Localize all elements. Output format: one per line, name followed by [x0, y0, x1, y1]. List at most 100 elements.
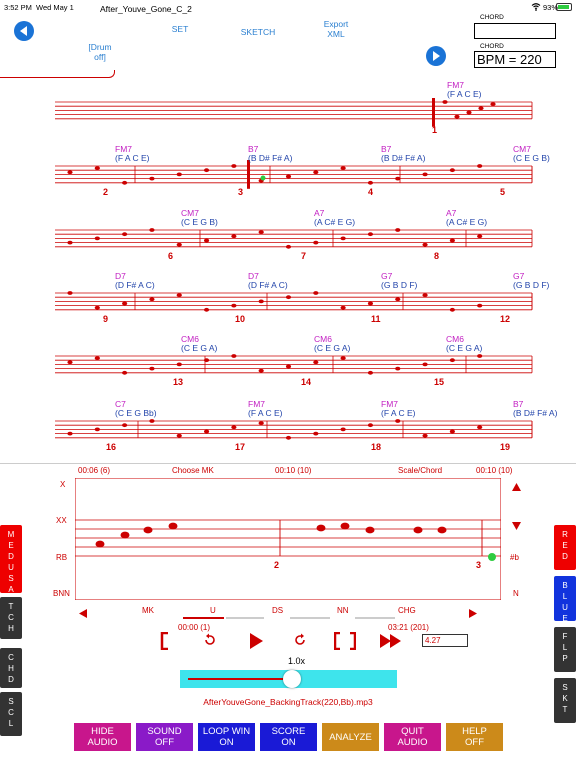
loop-window-icon[interactable]: [333, 631, 357, 655]
right-button-letter: T: [562, 705, 568, 714]
left-button-letter: C: [8, 708, 14, 717]
reload-icon[interactable]: [293, 633, 307, 652]
bottom-button-4[interactable]: ANALYZE: [322, 723, 379, 751]
scroll-left-icon[interactable]: [79, 605, 87, 623]
drum-panel-edge: [0, 70, 115, 78]
left-button-letter: C: [8, 653, 14, 662]
fast-forward-icon[interactable]: [380, 634, 402, 653]
button-line-2: OFF: [155, 737, 174, 748]
back-button[interactable]: [14, 21, 34, 41]
zoom-measure-number: 2: [274, 560, 279, 570]
down-arrow-icon[interactable]: [512, 517, 521, 535]
zoom-note-head[interactable]: [340, 522, 350, 530]
zoom-note-head[interactable]: [413, 526, 423, 534]
tick-nn[interactable]: NN: [337, 606, 349, 615]
chord-notes: (C E G A): [446, 343, 483, 353]
progress-segment-3: [290, 617, 330, 619]
chord-notes: (A C# E G): [314, 217, 356, 227]
chord-notes: (G B D F): [513, 280, 550, 290]
zoom-note-head[interactable]: [120, 531, 130, 539]
chord-notes: (C E G Bb): [115, 408, 157, 418]
measure-number: 8: [434, 250, 440, 261]
chord-label-top: CHORD: [480, 14, 504, 21]
tick-ds[interactable]: DS: [272, 606, 283, 615]
play-forward-button[interactable]: [426, 46, 446, 66]
play-left-icon: [20, 26, 27, 36]
measure-number: 7: [301, 250, 307, 261]
left-button-1[interactable]: TCH: [0, 597, 22, 639]
right-button-0[interactable]: RED: [554, 525, 576, 570]
zoom-note-head[interactable]: [95, 540, 105, 548]
up-arrow-icon[interactable]: [512, 478, 521, 496]
left-button-letter: U: [8, 563, 14, 572]
score-labels: FM7 (F A C E) FM7 (F A C E) B7 (B D# F# A) B7(…: [0, 78, 576, 458]
drum-label: [Drum: [88, 42, 112, 52]
button-line-1: HIDE: [91, 726, 114, 737]
zoom-note-head[interactable]: [143, 526, 153, 534]
status-date: Wed May 1: [36, 3, 74, 12]
rewind-icon[interactable]: [203, 633, 217, 652]
left-button-2[interactable]: CHD: [0, 648, 22, 688]
right-button-1[interactable]: BLUE: [554, 576, 576, 623]
bottom-button-1[interactable]: SOUND OFF: [136, 723, 193, 751]
battery-icon: [556, 3, 572, 11]
natural-label[interactable]: N: [513, 589, 519, 598]
tick-chg[interactable]: CHG: [398, 606, 416, 615]
bpm-display[interactable]: BPM = 220: [474, 51, 556, 68]
right-button-letter: D: [562, 552, 568, 561]
zoom-note-head[interactable]: [316, 524, 326, 532]
total-time: 03:21 (201): [388, 623, 429, 632]
left-button-letter: C: [8, 613, 14, 622]
right-button-2[interactable]: FLP: [554, 627, 576, 672]
measure-number: 9: [103, 313, 109, 324]
right-button-letter: K: [562, 694, 568, 703]
right-button-letter: F: [562, 632, 568, 641]
row-label-bnn: BNN: [53, 589, 70, 598]
bottom-button-5[interactable]: QUIT AUDIO: [384, 723, 441, 751]
sketch-button[interactable]: SKETCH: [236, 27, 280, 37]
bottom-button-2[interactable]: LOOP WIN ON: [198, 723, 255, 751]
zoom-note-head[interactable]: [437, 526, 447, 534]
progress-segment-1: [183, 617, 224, 619]
chord-notes: (G B D F): [381, 280, 418, 290]
zoom-staff[interactable]: 23: [75, 478, 501, 600]
play-right-icon: [433, 51, 440, 61]
file-title: After_Youve_Gone_C_2: [100, 4, 192, 14]
position-time: 00:00 (1): [178, 623, 211, 632]
loop-start-bracket-icon[interactable]: [160, 631, 170, 655]
button-line-2: AUDIO: [87, 737, 118, 748]
right-button-letter: B: [562, 581, 568, 590]
zoom-note-head[interactable]: [365, 526, 375, 534]
chord-input-top[interactable]: [474, 23, 556, 39]
right-button-3[interactable]: SKT: [554, 678, 576, 723]
right-button-letter: S: [562, 683, 568, 692]
set-button[interactable]: SET: [165, 24, 195, 34]
value-field[interactable]: 4.27: [422, 634, 468, 647]
bottom-button-3[interactable]: SCORE ON: [260, 723, 317, 751]
left-button-0[interactable]: MEDUSA: [0, 525, 22, 594]
right-button-letter: E: [562, 614, 568, 623]
export-xml-button[interactable]: Export XML: [316, 19, 356, 39]
tick-mk[interactable]: MK: [142, 606, 154, 615]
chord-notes: (F A C E): [115, 153, 150, 163]
button-line-1: HELP: [462, 726, 487, 737]
measure-number: 6: [168, 250, 174, 261]
speed-slider-knob[interactable]: [283, 670, 301, 688]
left-button-3[interactable]: SCL: [0, 692, 22, 736]
drum-toggle-button[interactable]: [Drum off]: [80, 42, 120, 62]
scroll-right-icon[interactable]: [469, 605, 477, 623]
left-button-letter: S: [8, 697, 14, 706]
zoom-note-head[interactable]: [168, 522, 178, 530]
tick-u[interactable]: U: [210, 606, 216, 615]
scale-chord-button[interactable]: Scale/Chord: [398, 466, 442, 475]
left-button-letter: M: [7, 530, 15, 539]
choose-mk-button[interactable]: Choose MK: [172, 466, 214, 475]
row-label-xx: XX: [56, 516, 67, 525]
time-right: 00:10 (10): [476, 466, 513, 475]
bottom-button-6[interactable]: HELP OFF: [446, 723, 503, 751]
play-icon[interactable]: [249, 633, 263, 654]
chord-notes: (C E G A): [314, 343, 351, 353]
sharp-flat-toggle[interactable]: #b: [510, 553, 519, 562]
bottom-button-0[interactable]: HIDE AUDIO: [74, 723, 131, 751]
wifi-icon: [531, 2, 541, 13]
